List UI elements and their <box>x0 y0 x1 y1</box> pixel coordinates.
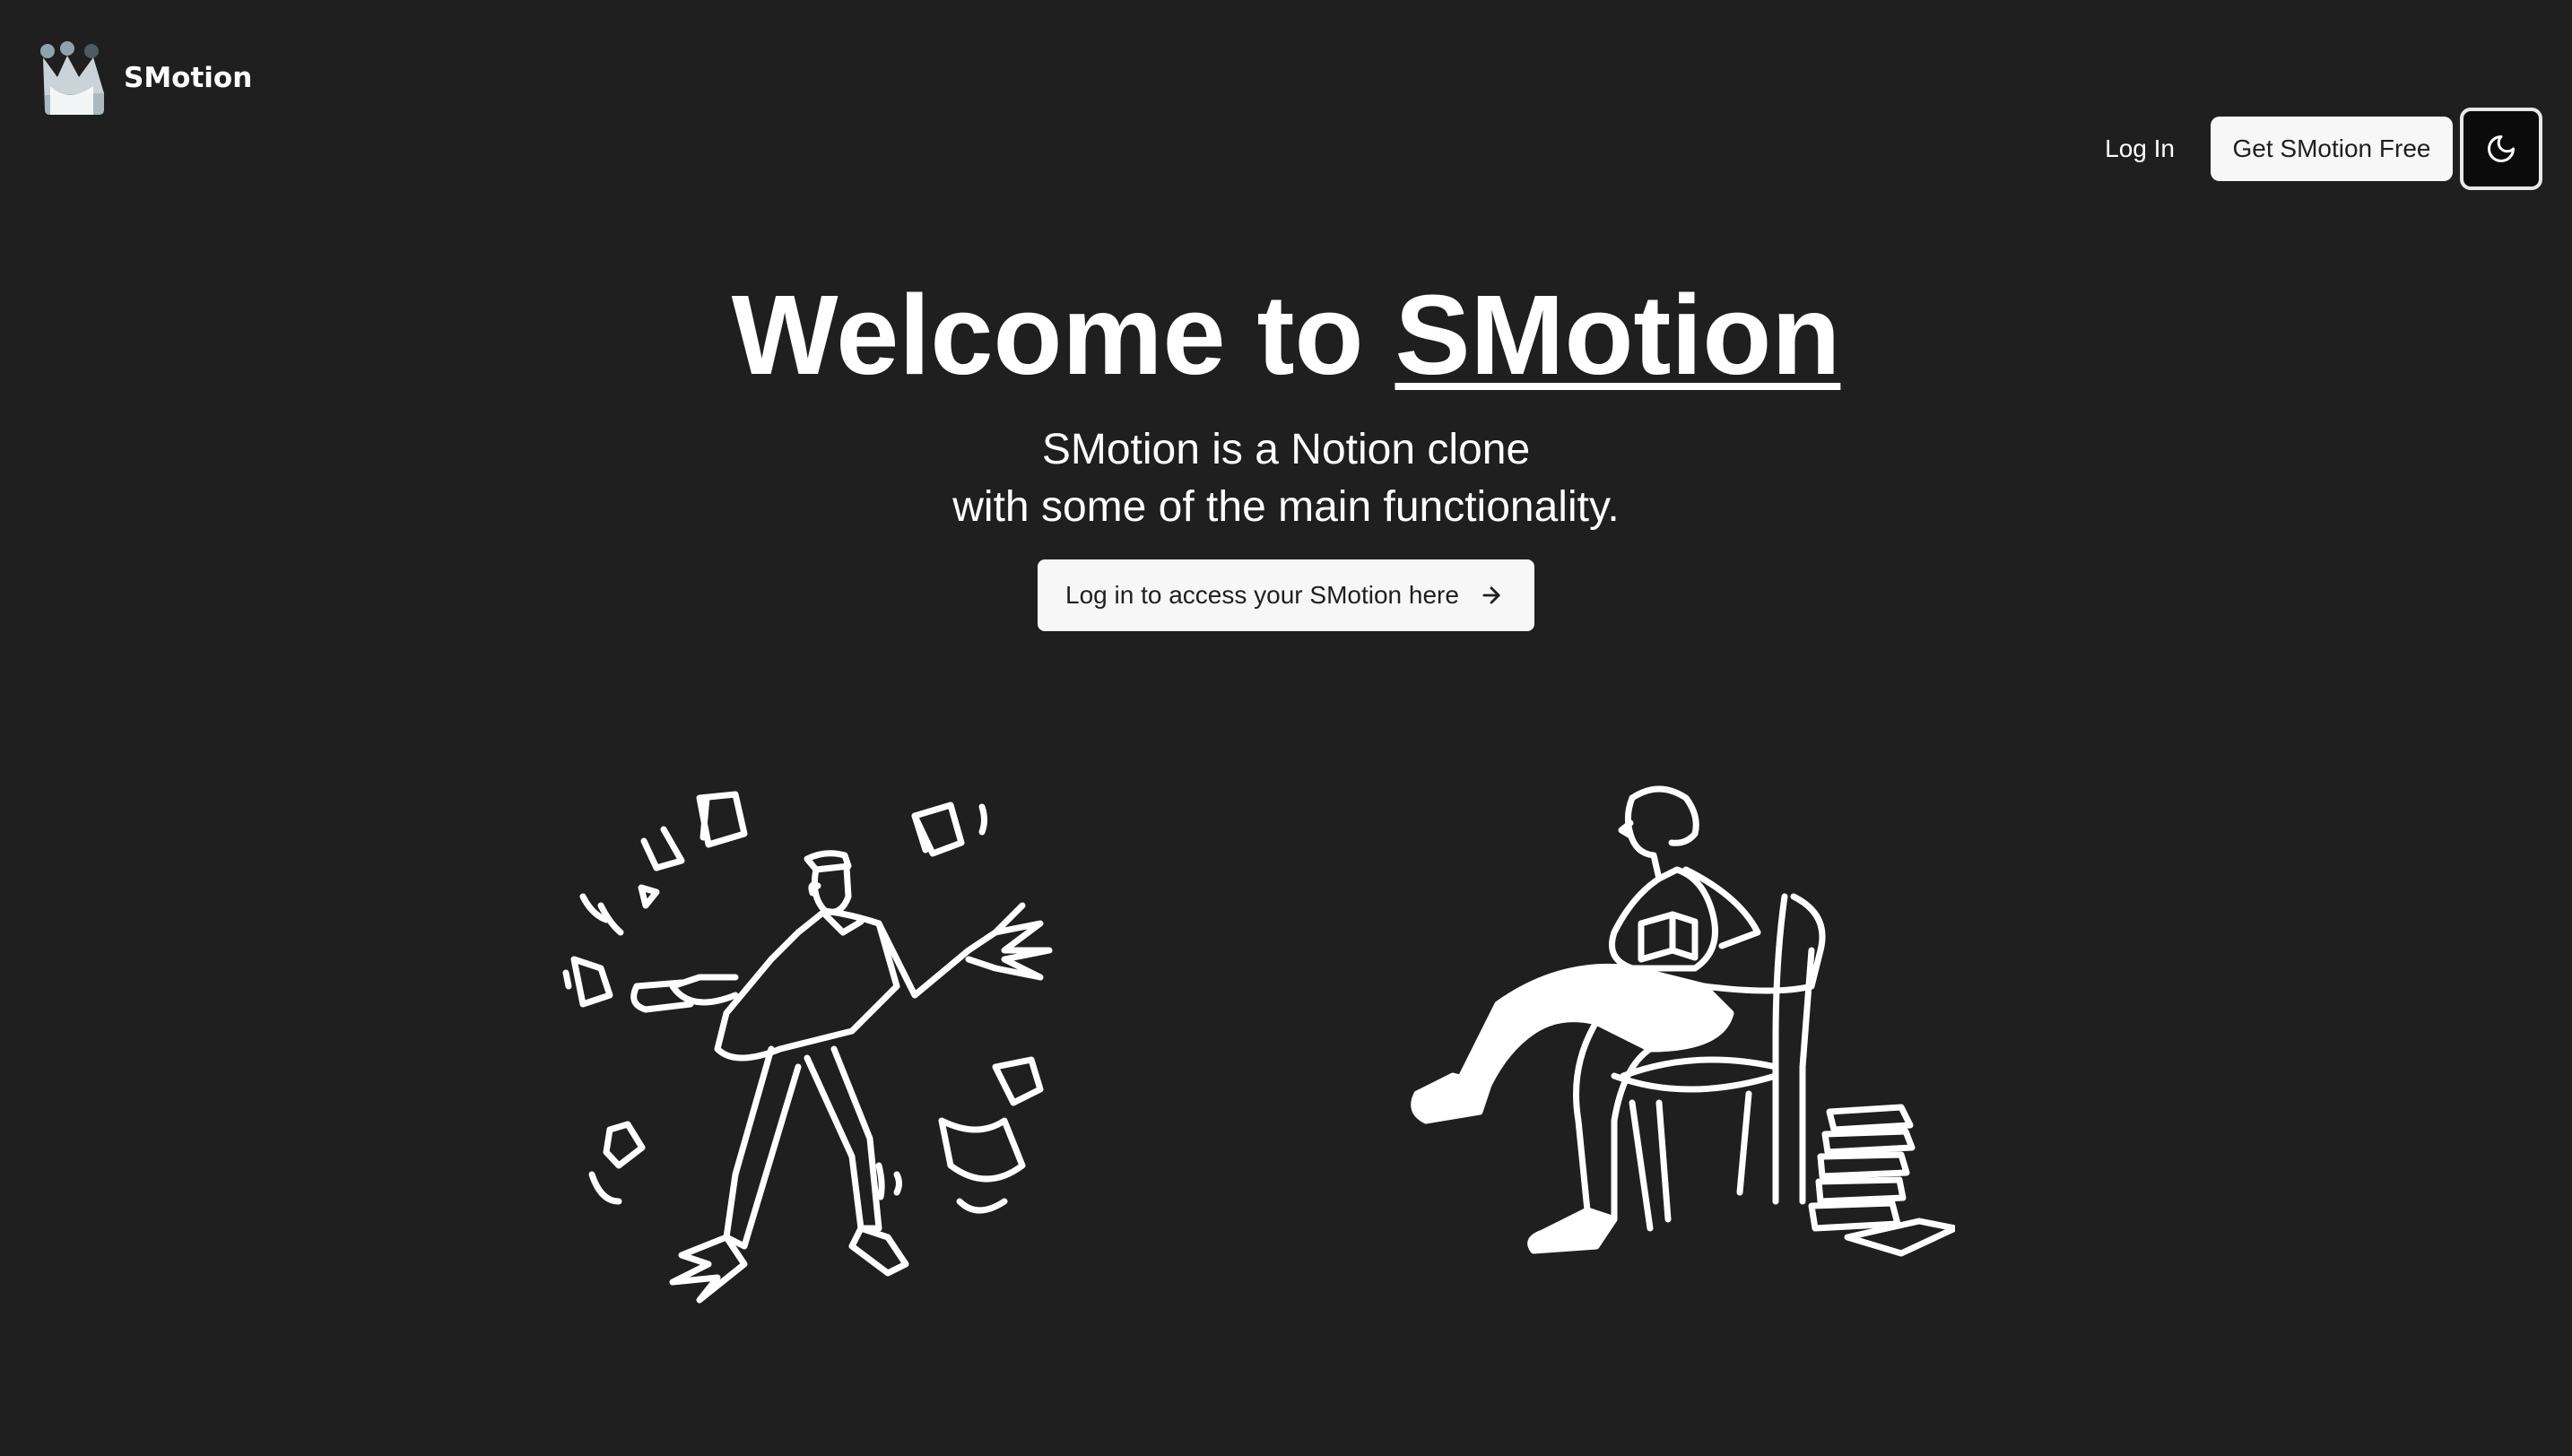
person-juggling-papers-illustration <box>562 791 1053 1304</box>
landing-page: SMotion Log In Get SMotion Free Welcome … <box>0 0 2572 1456</box>
get-free-button[interactable]: Get SMotion Free <box>2211 117 2453 181</box>
theme-toggle-button[interactable] <box>2460 108 2542 190</box>
moon-icon <box>2485 133 2517 165</box>
hero-subtitle: SMotion is a Notion clone with some of t… <box>0 421 2572 536</box>
hero-title: Welcome to SMotion <box>0 273 2572 398</box>
login-cta-button[interactable]: Log in to access your SMotion here <box>1038 559 1534 631</box>
hero-title-prefix: Welcome to <box>731 272 1364 398</box>
logo[interactable]: SMotion <box>38 39 252 117</box>
app-name: SMotion <box>124 62 253 94</box>
crown-icon <box>38 39 109 117</box>
top-nav: Log In Get SMotion Free <box>2105 108 2542 190</box>
cta-label: Log in to access your SMotion here <box>1065 580 1459 609</box>
hero-title-brand: SMotion <box>1395 272 1841 398</box>
hero-section: Welcome to SMotion SMotion is a Notion c… <box>0 273 2572 631</box>
arrow-right-icon <box>1479 583 1504 608</box>
hero-subtitle-line1: SMotion is a Notion clone <box>1041 425 1531 473</box>
hero-subtitle-line2: with some of the main functionality. <box>952 482 1620 531</box>
login-link[interactable]: Log In <box>2105 134 2175 163</box>
person-reading-in-chair-illustration <box>1411 785 1955 1257</box>
